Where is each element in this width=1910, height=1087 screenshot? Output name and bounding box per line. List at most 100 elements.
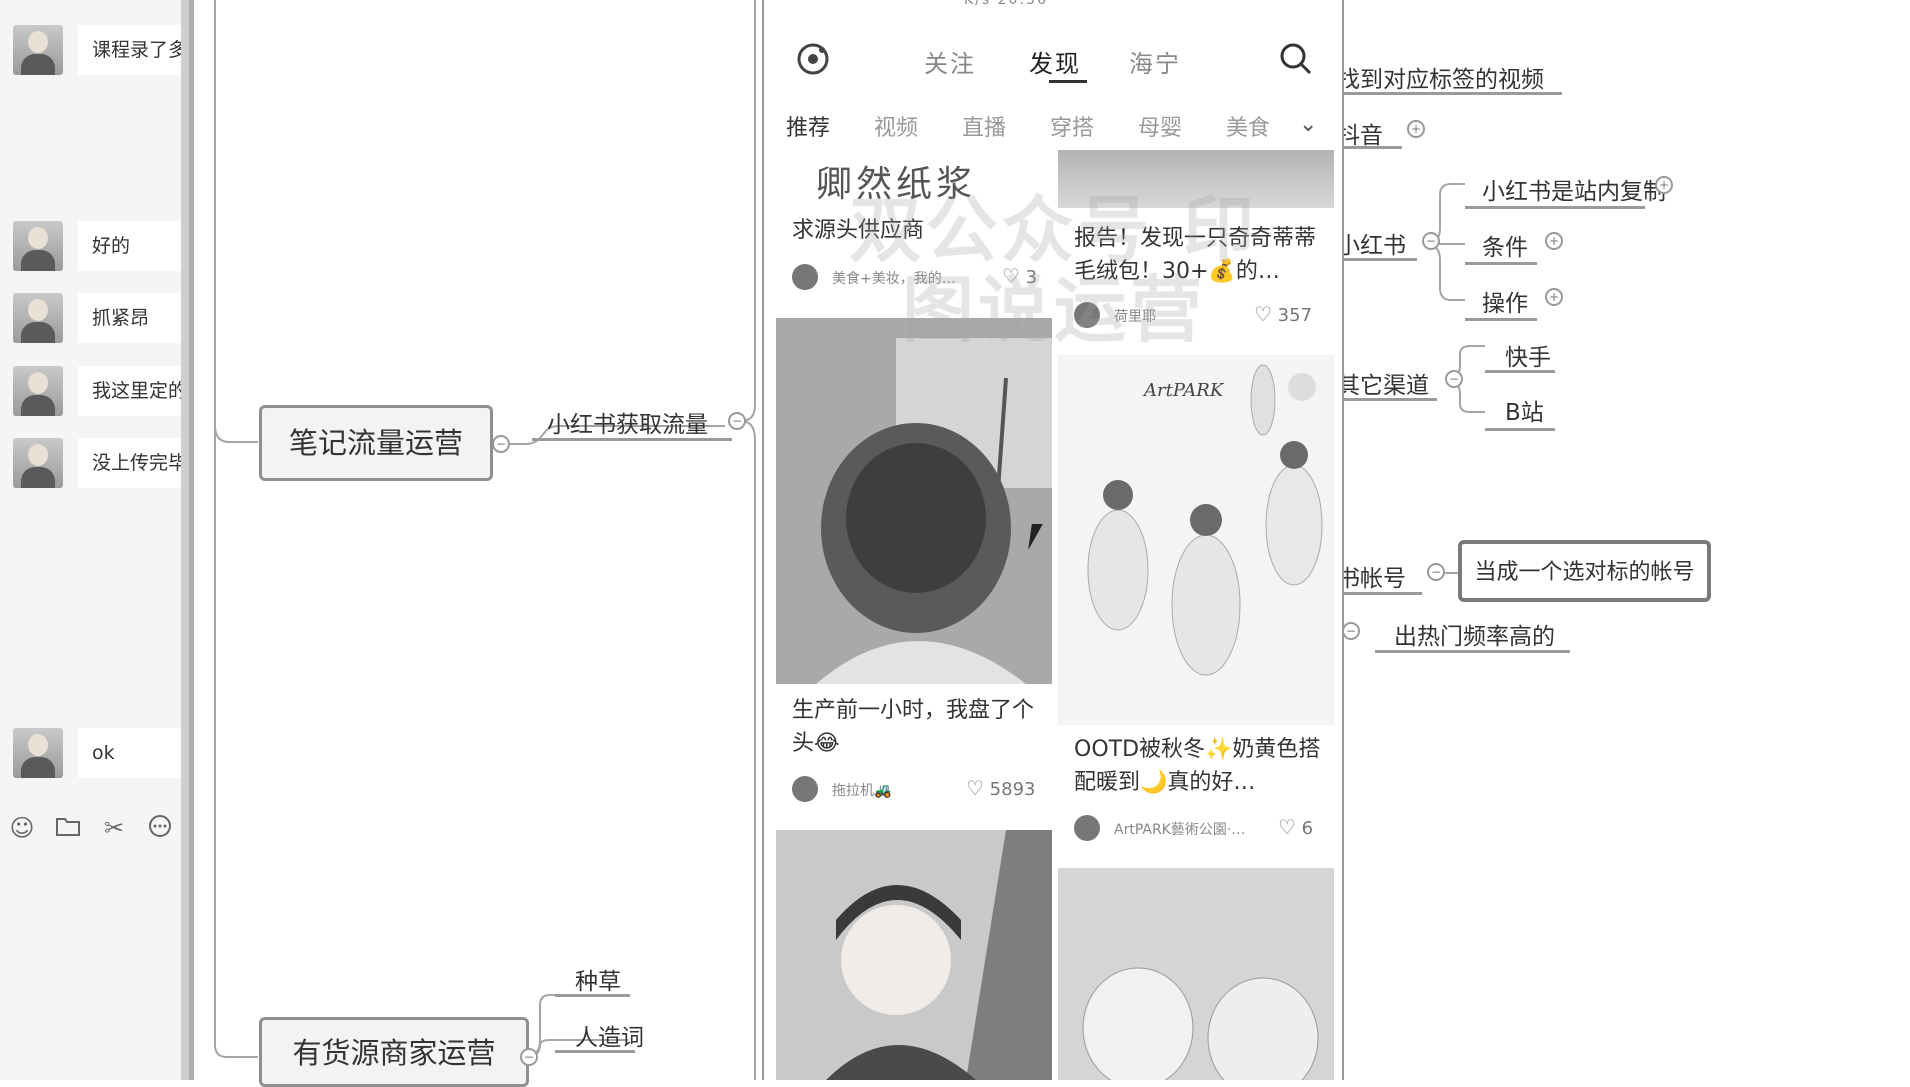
chat-message[interactable]: 抓紧昂 (13, 293, 188, 345)
feed-card[interactable]: ArtPARK OOTD被秋冬✨奶黄色搭配暖到🌙真的好… ArtPARK藝術公園… (1058, 355, 1334, 855)
mind-node-note-traffic[interactable]: 笔记流量运营 (259, 405, 493, 481)
collapse-toggle-icon[interactable]: − (1427, 563, 1445, 581)
node-underline (1485, 370, 1555, 373)
avatar[interactable] (1074, 815, 1100, 841)
mind-node-conditions[interactable]: 条件 (1482, 228, 1528, 262)
expand-toggle-icon[interactable]: + (1545, 232, 1563, 250)
chat-message[interactable]: 课程录了多 (13, 25, 188, 77)
collapse-toggle-icon[interactable]: − (520, 1048, 538, 1066)
collapse-toggle-icon[interactable]: − (728, 412, 746, 430)
card-author[interactable]: ArtPARK藝術公園·… (1114, 819, 1264, 839)
avatar[interactable] (792, 264, 818, 290)
card-logo-text: 卿然纸浆 (816, 164, 977, 205)
mind-node-find-video[interactable]: 找到对应标签的视频 (1337, 60, 1544, 94)
message-text: 抓紧昂 (78, 293, 188, 343)
mind-node-xiaohongshu[interactable]: 小红书 (1337, 226, 1406, 260)
card-title: 求源头供应商 (792, 218, 925, 243)
node-underline (1375, 650, 1570, 653)
scissors-icon[interactable]: ✂ (100, 814, 128, 842)
feed-card[interactable] (1058, 868, 1334, 1080)
node-underline (1465, 206, 1645, 209)
message-text: 我这里定的 (78, 366, 188, 416)
tab-haining[interactable]: 海宁 (1129, 44, 1181, 79)
category-live[interactable]: 直播 (962, 110, 1006, 142)
category-outfit[interactable]: 穿搭 (1050, 110, 1094, 142)
chevron-down-icon[interactable]: ⌄ (1299, 112, 1317, 137)
search-icon[interactable] (1279, 42, 1313, 76)
mind-node-account[interactable]: 书帐号 (1337, 559, 1406, 593)
card-author[interactable]: 荷里耶 (1114, 306, 1156, 326)
like-count: 3 (1025, 267, 1038, 288)
feed-card[interactable]: 报告！发现一只奇奇蒂蒂毛绒包！30+💰的… 荷里耶 ♡ 357 (1058, 150, 1334, 340)
card-author[interactable]: 美食+美妆，我的… (832, 268, 956, 288)
mind-node-xhs-traffic[interactable]: 小红书获取流量 (547, 405, 708, 439)
card-image[interactable]: ArtPARK (1058, 355, 1334, 725)
mind-node-other-channels[interactable]: 其它渠道 (1337, 366, 1429, 400)
category-recommend[interactable]: 推荐 (786, 110, 830, 142)
folder-icon[interactable] (54, 814, 82, 842)
collapse-toggle-icon[interactable]: − (1422, 232, 1440, 250)
panel-divider[interactable] (189, 0, 194, 1080)
category-food[interactable]: 美食 (1226, 110, 1270, 142)
card-image[interactable] (776, 830, 1052, 1080)
avatar[interactable] (792, 776, 818, 802)
collapse-toggle-icon[interactable]: − (492, 435, 510, 453)
card-title: OOTD被秋冬✨奶黄色搭配暖到🌙真的好… (1074, 737, 1321, 795)
heart-icon: ♡ (1002, 264, 1020, 288)
avatar[interactable] (1074, 302, 1100, 328)
camera-icon[interactable] (796, 42, 830, 76)
collapse-toggle-icon[interactable]: − (1445, 370, 1463, 388)
expand-toggle-icon[interactable]: + (1545, 288, 1563, 306)
active-tab-indicator (1049, 80, 1087, 83)
category-baby[interactable]: 母婴 (1138, 110, 1182, 142)
mind-node-target-account[interactable]: 当成一个选对标的帐号 (1458, 540, 1711, 602)
like-button[interactable]: ♡ 6 (1278, 815, 1313, 839)
feed-card[interactable]: 卿然纸浆 求源头供应商 美食+美妆，我的… ♡ 3 (776, 150, 1052, 300)
chat-message[interactable]: ok (13, 728, 188, 780)
panel-divider[interactable] (181, 0, 189, 1080)
like-button[interactable]: ♡ 5893 (966, 776, 1035, 800)
node-underline (532, 438, 732, 441)
node-underline (1337, 146, 1402, 149)
node-underline (1337, 398, 1437, 401)
card-image[interactable] (1058, 150, 1334, 208)
tab-follow[interactable]: 关注 (924, 44, 976, 79)
like-button[interactable]: ♡ 357 (1254, 302, 1312, 326)
chat-bubble-icon[interactable] (146, 814, 174, 842)
card-title: 报告！发现一只奇奇蒂蒂毛绒包！30+💰的… (1074, 226, 1317, 284)
emoji-icon[interactable]: ☺ (8, 814, 36, 842)
phone-screen: K/s 20:36 关注 发现 海宁 推荐 视频 直播 穿搭 母婴 美食 ⌄ 卿… (762, 0, 1344, 1080)
feed-card[interactable] (776, 830, 1052, 1080)
mind-node-operations[interactable]: 操作 (1482, 284, 1528, 318)
expand-toggle-icon[interactable]: + (1655, 176, 1673, 194)
node-underline (1485, 428, 1555, 431)
avatar[interactable] (13, 25, 63, 75)
chat-message[interactable]: 没上传完毕 (13, 438, 188, 490)
avatar[interactable] (13, 728, 63, 778)
feed-card[interactable]: 生产前一小时，我盘了个头😂 拖拉机🚜 ♡ 5893 (776, 318, 1052, 816)
node-underline (1465, 262, 1537, 265)
mind-node-merchant-ops[interactable]: 有货源商家运营 (259, 1017, 529, 1087)
card-image[interactable] (1058, 868, 1334, 1080)
chat-message[interactable]: 我这里定的 (13, 366, 188, 418)
avatar[interactable] (13, 438, 63, 488)
mind-node-hot-frequency[interactable]: 出热门频率高的 (1394, 617, 1555, 651)
mind-node-xhs-copy[interactable]: 小红书是站内复制 (1482, 172, 1666, 206)
heart-icon: ♡ (1278, 815, 1296, 839)
avatar[interactable] (13, 293, 63, 343)
card-author[interactable]: 拖拉机🚜 (832, 780, 891, 800)
avatar[interactable] (13, 366, 63, 416)
expand-toggle-icon[interactable]: + (1407, 120, 1425, 138)
category-video[interactable]: 视频 (874, 110, 918, 142)
mind-node-kuaishou[interactable]: 快手 (1505, 338, 1551, 372)
chat-message[interactable]: 好的 (13, 221, 188, 273)
mind-node-zhongcao[interactable]: 种草 (575, 962, 621, 996)
avatar[interactable] (13, 221, 63, 271)
category-bar: 推荐 视频 直播 穿搭 母婴 美食 ⌄ (764, 110, 1342, 150)
card-image[interactable] (776, 318, 1052, 684)
mind-node-renzaoci[interactable]: 人造词 (575, 1018, 644, 1052)
like-button[interactable]: ♡ 3 (1002, 264, 1037, 288)
mind-node-bilibili[interactable]: B站 (1505, 393, 1544, 427)
tab-discover[interactable]: 发现 (1029, 44, 1081, 79)
collapse-toggle-icon[interactable]: − (1342, 622, 1360, 640)
